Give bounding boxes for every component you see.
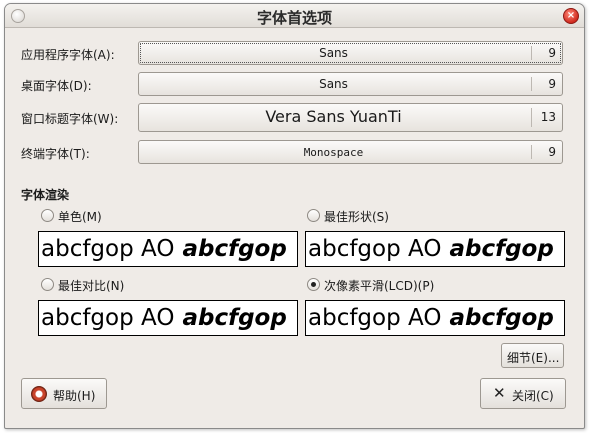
preview-subpixel-lcd[interactable]: abcfgop AO abcfgop xyxy=(305,300,565,336)
radio-label: 次像素平滑(LCD)(P) xyxy=(324,279,435,293)
preview-monochrome[interactable]: abcfgop AO abcfgop xyxy=(38,231,298,267)
font-rendering-heading: 字体渲染 xyxy=(21,188,70,202)
sample-plain: abcfgop AO xyxy=(41,305,175,331)
terminal-font-label: 终端字体(T): xyxy=(21,147,90,161)
terminal-font-button[interactable]: Monospace 9 xyxy=(138,140,563,164)
window-title: 字体首选项 xyxy=(256,9,332,27)
title-bar[interactable]: 字体首选项 × xyxy=(5,4,584,28)
separator xyxy=(531,77,532,91)
font-size: 13 xyxy=(540,110,556,124)
close-x-icon: ✕ xyxy=(493,384,506,402)
sample-plain: abcfgop AO xyxy=(41,236,175,262)
application-font-button[interactable]: Sans 9 xyxy=(138,41,563,65)
font-size: 9 xyxy=(548,77,556,91)
separator xyxy=(531,46,532,60)
font-size: 9 xyxy=(548,46,556,60)
radio-indicator[interactable] xyxy=(41,209,54,222)
desktop-font-label: 桌面字体(D): xyxy=(21,79,92,93)
help-button[interactable]: 帮助(H) xyxy=(21,378,107,409)
radio-indicator-selected[interactable] xyxy=(307,278,320,291)
sample-plain: abcfgop AO xyxy=(308,305,442,331)
radio-label: 最佳对比(N) xyxy=(58,279,125,293)
preview-best-shapes[interactable]: abcfgop AO abcfgop xyxy=(305,231,565,267)
close-button[interactable]: ✕ 关闭(C) xyxy=(480,378,566,409)
font-name: Vera Sans YuanTi xyxy=(265,107,402,126)
details-button-label: 细节(E)... xyxy=(507,351,560,365)
sample-italic: abcfgop xyxy=(449,236,554,262)
window-title-font-button[interactable]: Vera Sans YuanTi 13 xyxy=(138,103,563,132)
close-button-label: 关闭(C) xyxy=(512,389,554,403)
sample-plain: abcfgop AO xyxy=(308,236,442,262)
desktop-font-button[interactable]: Sans 9 xyxy=(138,72,563,96)
window-close-icon[interactable]: × xyxy=(563,8,579,24)
font-preferences-window: 字体首选项 × 应用程序字体(A): Sans 9 桌面字体(D): Sans … xyxy=(4,3,585,429)
radio-indicator[interactable] xyxy=(41,278,54,291)
font-name: Monospace xyxy=(303,146,364,159)
window-title-font-label: 窗口标题字体(W): xyxy=(21,112,119,126)
application-font-label: 应用程序字体(A): xyxy=(21,48,115,62)
preview-best-contrast[interactable]: abcfgop AO abcfgop xyxy=(38,300,298,336)
radio-label: 单色(M) xyxy=(58,210,102,224)
separator xyxy=(531,108,532,127)
font-name: Sans xyxy=(319,46,348,60)
help-lifebuoy-icon xyxy=(31,386,47,402)
font-name: Sans xyxy=(319,77,348,91)
radio-label: 最佳形状(S) xyxy=(324,210,389,224)
details-button[interactable]: 细节(E)... xyxy=(501,343,564,368)
font-size: 9 xyxy=(548,145,556,159)
sample-italic: abcfgop xyxy=(449,305,554,331)
sample-italic: abcfgop xyxy=(182,305,287,331)
radio-indicator[interactable] xyxy=(307,209,320,222)
help-button-label: 帮助(H) xyxy=(53,389,96,403)
separator xyxy=(531,145,532,159)
sample-italic: abcfgop xyxy=(182,236,287,262)
